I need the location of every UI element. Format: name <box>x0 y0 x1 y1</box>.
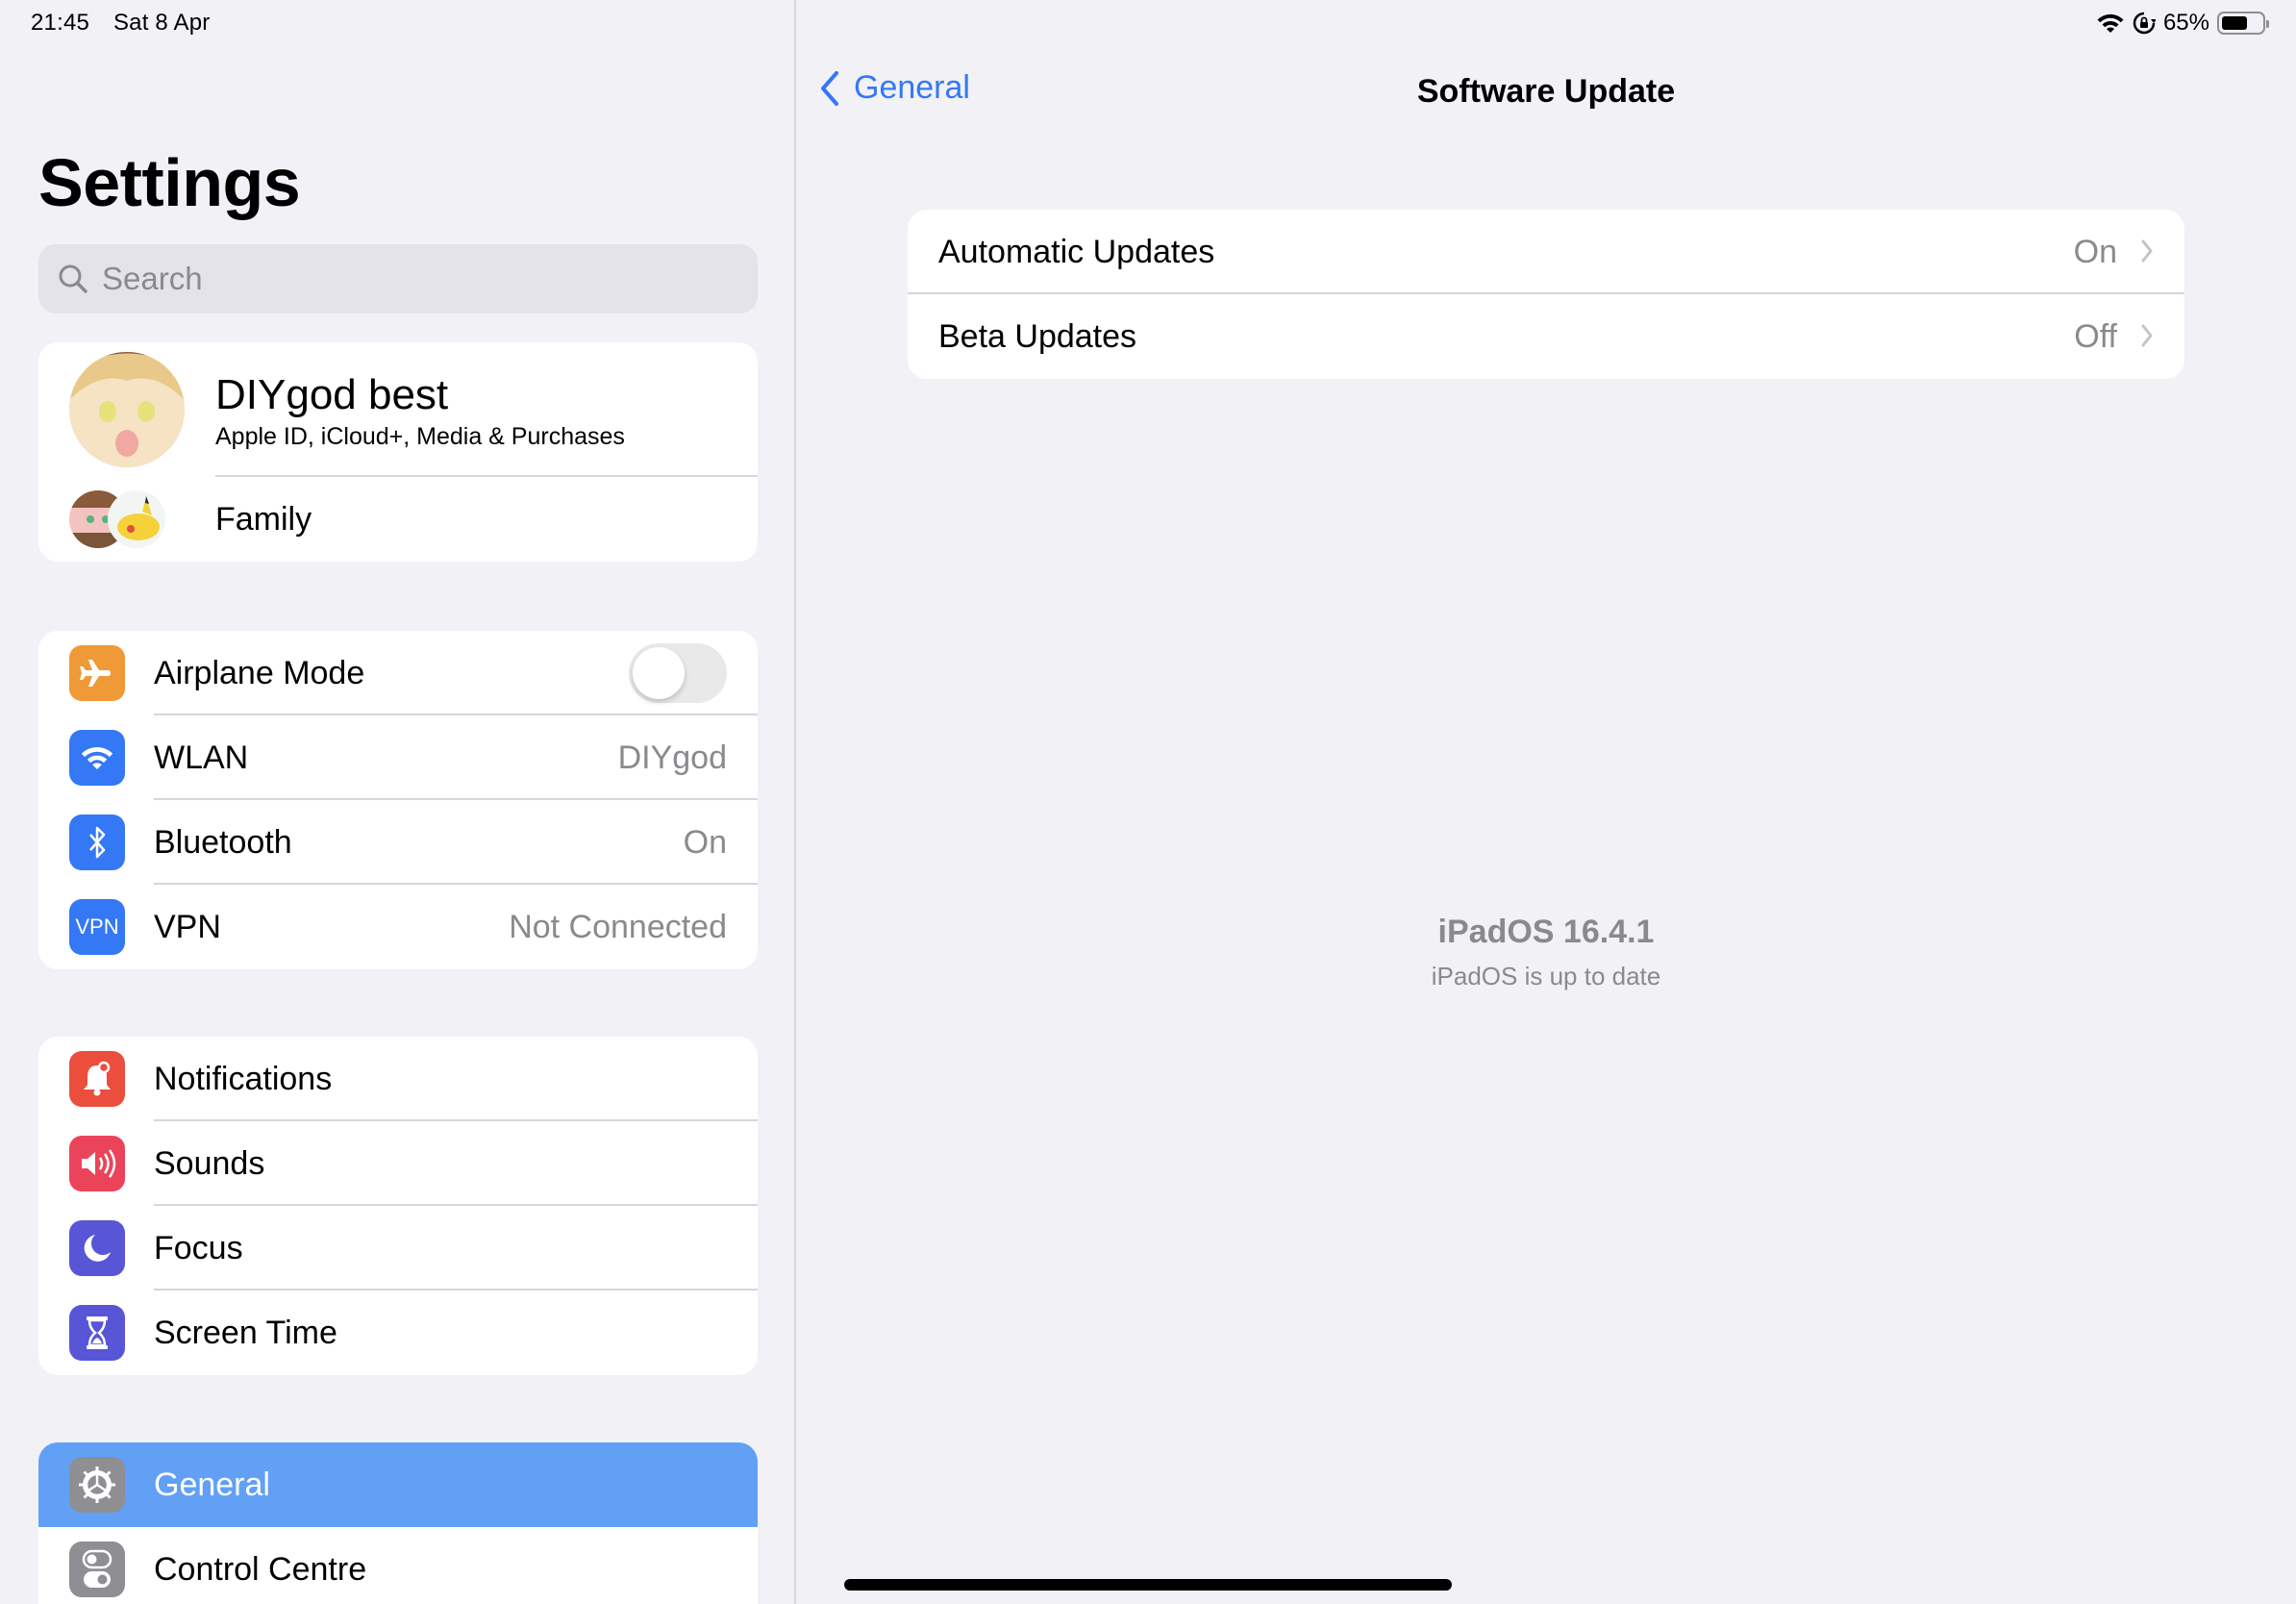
screen-time-label: Screen Time <box>154 1314 337 1351</box>
sidebar-item-vpn[interactable]: VPN VPN Not Connected <box>38 885 758 969</box>
sidebar-item-bluetooth[interactable]: Bluetooth On <box>38 800 758 885</box>
switches-icon <box>69 1541 125 1597</box>
search-bar[interactable] <box>38 244 758 313</box>
bluetooth-value: On <box>683 823 727 861</box>
profile-subtitle: Apple ID, iCloud+, Media & Purchases <box>215 423 625 450</box>
wlan-value: DIYgod <box>617 739 727 776</box>
chevron-right-icon <box>2141 324 2153 347</box>
speaker-icon <box>69 1136 125 1191</box>
sidebar-item-screen-time[interactable]: Screen Time <box>38 1291 758 1375</box>
connectivity-group: Airplane Mode WLAN DIYgod Bluetooth On V… <box>38 631 758 969</box>
sidebar-item-notifications[interactable]: Notifications <box>38 1037 758 1121</box>
avatar <box>69 352 185 467</box>
beta-updates-label: Beta Updates <box>938 317 1137 355</box>
sidebar-item-control-centre[interactable]: Control Centre <box>38 1527 758 1604</box>
vpn-icon: VPN <box>69 899 125 955</box>
status-bar-right: 65% <box>2096 10 2269 37</box>
sidebar: Settings DIYgod best Apple ID, iCloud+, … <box>0 0 796 1604</box>
general-group: General Control Centre <box>38 1442 758 1604</box>
bluetooth-label: Bluetooth <box>154 823 292 861</box>
focus-label: Focus <box>154 1229 243 1266</box>
gear-icon <box>69 1457 125 1513</box>
beta-updates-row[interactable]: Beta Updates Off <box>908 294 2184 379</box>
update-status: iPadOS is up to date <box>1431 962 1661 990</box>
search-icon <box>59 264 87 293</box>
toggle-knob <box>633 647 685 699</box>
wifi-icon <box>69 730 125 786</box>
wlan-label: WLAN <box>154 739 249 776</box>
automatic-updates-value: On <box>2073 233 2117 270</box>
notifications-label: Notifications <box>154 1060 333 1097</box>
update-settings-card: Automatic Updates On Beta Updates Off <box>908 210 2184 379</box>
sidebar-item-general[interactable]: General <box>38 1442 758 1527</box>
hourglass-icon <box>69 1305 125 1361</box>
chevron-right-icon <box>2141 239 2153 263</box>
airplane-mode-toggle[interactable] <box>629 643 727 703</box>
automatic-updates-row[interactable]: Automatic Updates On <box>908 210 2184 294</box>
family-avatar-2 <box>108 490 165 548</box>
wifi-icon <box>2097 13 2124 33</box>
bell-icon <box>69 1051 125 1107</box>
automatic-updates-label: Automatic Updates <box>938 233 1215 270</box>
battery-icon <box>2217 12 2269 35</box>
os-version: iPadOS 16.4.1 <box>1437 914 1655 950</box>
vpn-value: Not Connected <box>509 908 727 945</box>
family-row[interactable]: Family <box>38 477 758 562</box>
home-indicator[interactable] <box>844 1579 1452 1591</box>
page-title: Software Update <box>1416 73 1676 110</box>
sidebar-item-sounds[interactable]: Sounds <box>38 1121 758 1206</box>
battery-level <box>2222 16 2247 30</box>
beta-updates-value: Off <box>2074 317 2117 355</box>
search-input[interactable] <box>102 261 679 297</box>
vpn-icon-text: VPN <box>75 915 119 939</box>
control-centre-label: Control Centre <box>154 1550 367 1588</box>
profile-name: DIYgod best <box>215 371 449 418</box>
airplane-mode-label: Airplane Mode <box>154 654 365 691</box>
moon-icon <box>69 1220 125 1276</box>
battery-percent: 65% <box>2162 10 2209 36</box>
apple-id-row[interactable]: DIYgod best Apple ID, iCloud+, Media & P… <box>38 342 758 477</box>
profile-card: DIYgod best Apple ID, iCloud+, Media & P… <box>38 342 758 562</box>
family-label: Family <box>215 500 312 538</box>
airplane-icon <box>69 645 125 701</box>
sidebar-item-focus[interactable]: Focus <box>38 1206 758 1291</box>
sounds-label: Sounds <box>154 1144 265 1182</box>
vpn-label: VPN <box>154 908 221 945</box>
bluetooth-icon <box>69 815 125 870</box>
notifications-group: Notifications Sounds Focus Screen Time <box>38 1037 758 1375</box>
general-label: General <box>154 1466 270 1503</box>
sidebar-item-airplane-mode[interactable]: Airplane Mode <box>38 631 758 715</box>
sidebar-item-wlan[interactable]: WLAN DIYgod <box>38 715 758 800</box>
orientation-lock-icon <box>2133 12 2156 35</box>
sidebar-title: Settings <box>38 145 301 220</box>
